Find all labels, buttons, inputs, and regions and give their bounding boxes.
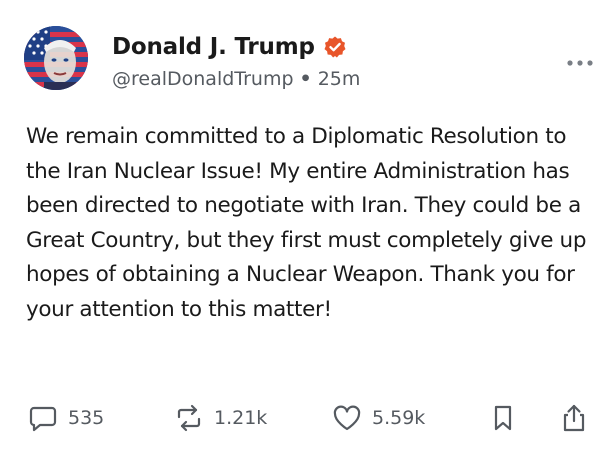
like-count: 5.59k (372, 407, 426, 429)
repost-count: 1.21k (214, 407, 268, 429)
timestamp[interactable]: 25m (318, 68, 361, 90)
reply-count: 535 (68, 407, 105, 429)
handle-row: @realDonaldTrump • 25m (112, 68, 360, 90)
name-row: Donald J. Trump (112, 30, 347, 64)
avatar[interactable] (24, 26, 88, 90)
repost-icon (177, 404, 201, 432)
bookmark-icon (494, 405, 512, 431)
share-icon (563, 404, 585, 432)
repost-button[interactable]: 1.21k (174, 400, 267, 436)
share-button[interactable] (560, 400, 588, 436)
post-body: We remain committed to a Diplomatic Reso… (26, 124, 587, 322)
reply-button[interactable]: 535 (28, 400, 104, 436)
post-card: Donald J. Trump @realDonaldTrump • 25m We … (0, 0, 616, 454)
avatar-image (24, 26, 88, 90)
like-button[interactable]: 5.59k (332, 400, 425, 436)
action-bar: 535 1.21k 5.59k (24, 400, 594, 436)
handle[interactable]: @realDonaldTrump (112, 68, 294, 90)
heart-icon (333, 405, 361, 431)
reply-icon (29, 406, 57, 432)
separator-dot: • (299, 68, 312, 90)
verified-badge-icon (323, 35, 347, 59)
bookmark-button[interactable] (490, 400, 516, 436)
display-name[interactable]: Donald J. Trump (112, 34, 315, 60)
more-dots-icon (567, 60, 593, 66)
more-options-button[interactable] (566, 54, 594, 66)
